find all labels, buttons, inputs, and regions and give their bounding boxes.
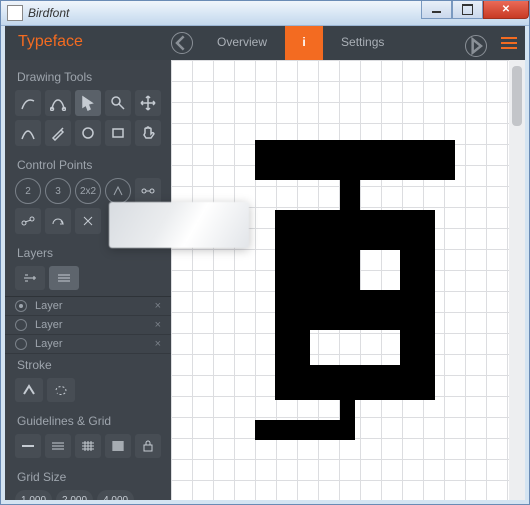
grid-size-chip[interactable]: 4.000 (97, 490, 134, 500)
app-frame: Typeface Overview i Settings Drawing Too… (5, 26, 525, 500)
pointer-tool-icon[interactable] (75, 90, 101, 116)
foresight-tool-icon[interactable] (15, 90, 41, 116)
grid2-icon[interactable] (105, 434, 131, 458)
cp-2-button[interactable]: 2 (15, 178, 41, 204)
convert-point-icon[interactable] (45, 208, 71, 234)
layer-close-icon[interactable]: × (155, 338, 161, 350)
lock-icon[interactable] (135, 434, 161, 458)
hlines-icon[interactable] (45, 434, 71, 458)
tab-glyph-active[interactable]: i (285, 26, 323, 60)
layer-row[interactable]: Layer × (5, 297, 171, 316)
menu-icon[interactable] (501, 37, 517, 49)
grid-size-chip[interactable]: 2.000 (56, 490, 93, 500)
play-icon[interactable] (465, 35, 487, 57)
window-controls (421, 1, 529, 19)
section-control-points: Control Points (5, 154, 171, 178)
cp-corner-icon[interactable] (105, 178, 131, 204)
symmetric-handles-icon[interactable] (15, 208, 41, 234)
close-button[interactable] (483, 1, 529, 19)
hand-tool-icon[interactable] (135, 120, 161, 146)
add-layer-icon[interactable] (15, 266, 45, 290)
hline-icon[interactable] (15, 434, 41, 458)
maximize-button[interactable] (452, 1, 483, 19)
window-titlebar: Birdfont (1, 1, 529, 26)
drawing-tools-grid (5, 90, 171, 154)
layer-label: Layer (35, 319, 63, 331)
layer-row[interactable]: Layer × (5, 316, 171, 335)
layer-label: Layer (35, 338, 63, 350)
layer-close-icon[interactable]: × (155, 300, 161, 312)
zoom-tool-icon[interactable] (105, 90, 131, 116)
nav-back-icon[interactable] (171, 32, 193, 54)
layer-label: Layer (35, 300, 63, 312)
vertical-scrollbar[interactable] (509, 60, 525, 500)
brand-label: Typeface (5, 26, 171, 60)
tie-handles-icon[interactable] (135, 178, 161, 204)
bezier-tool-icon[interactable] (45, 90, 71, 116)
minimize-button[interactable] (421, 1, 452, 19)
circle-tool-icon[interactable] (75, 120, 101, 146)
main-area: Drawing Tools Control Points 2 3 2x2 (5, 60, 525, 500)
canvas[interactable] (171, 60, 525, 500)
stroke-refresh-icon[interactable] (47, 378, 75, 402)
section-grid-size: Grid Size (5, 466, 171, 490)
visibility-icon[interactable] (15, 300, 27, 312)
topbar: Typeface Overview i Settings (5, 26, 525, 60)
grid-icon[interactable] (75, 434, 101, 458)
section-stroke: Stroke (5, 354, 171, 378)
section-drawing-tools: Drawing Tools (5, 66, 171, 90)
freehand-tool-icon[interactable] (15, 120, 41, 146)
delete-point-icon[interactable] (75, 208, 101, 234)
tab-overview[interactable]: Overview (199, 26, 285, 60)
stroke-style-icon[interactable] (15, 378, 43, 402)
visibility-icon[interactable] (15, 338, 27, 350)
pen-tool-icon[interactable] (45, 120, 71, 146)
section-guidelines: Guidelines & Grid (5, 410, 171, 434)
sidebar: Drawing Tools Control Points 2 3 2x2 (5, 60, 171, 500)
cp-2x2-button[interactable]: 2x2 (75, 178, 101, 204)
window-title: Birdfont (28, 6, 69, 20)
floating-tooltip (109, 202, 249, 248)
layer-row[interactable]: Layer × (5, 335, 171, 354)
tab-settings[interactable]: Settings (323, 26, 402, 60)
app-icon (7, 5, 23, 21)
rectangle-tool-icon[interactable] (105, 120, 131, 146)
visibility-icon[interactable] (15, 319, 27, 331)
layers-view-icon[interactable] (49, 266, 79, 290)
layer-close-icon[interactable]: × (155, 319, 161, 331)
layers-list: Layer × Layer × Layer × (5, 296, 171, 354)
glyph-outline[interactable] (245, 140, 465, 440)
grid-size-chip[interactable]: 1.000 (15, 490, 52, 500)
cp-3-button[interactable]: 3 (45, 178, 71, 204)
move-tool-icon[interactable] (135, 90, 161, 116)
